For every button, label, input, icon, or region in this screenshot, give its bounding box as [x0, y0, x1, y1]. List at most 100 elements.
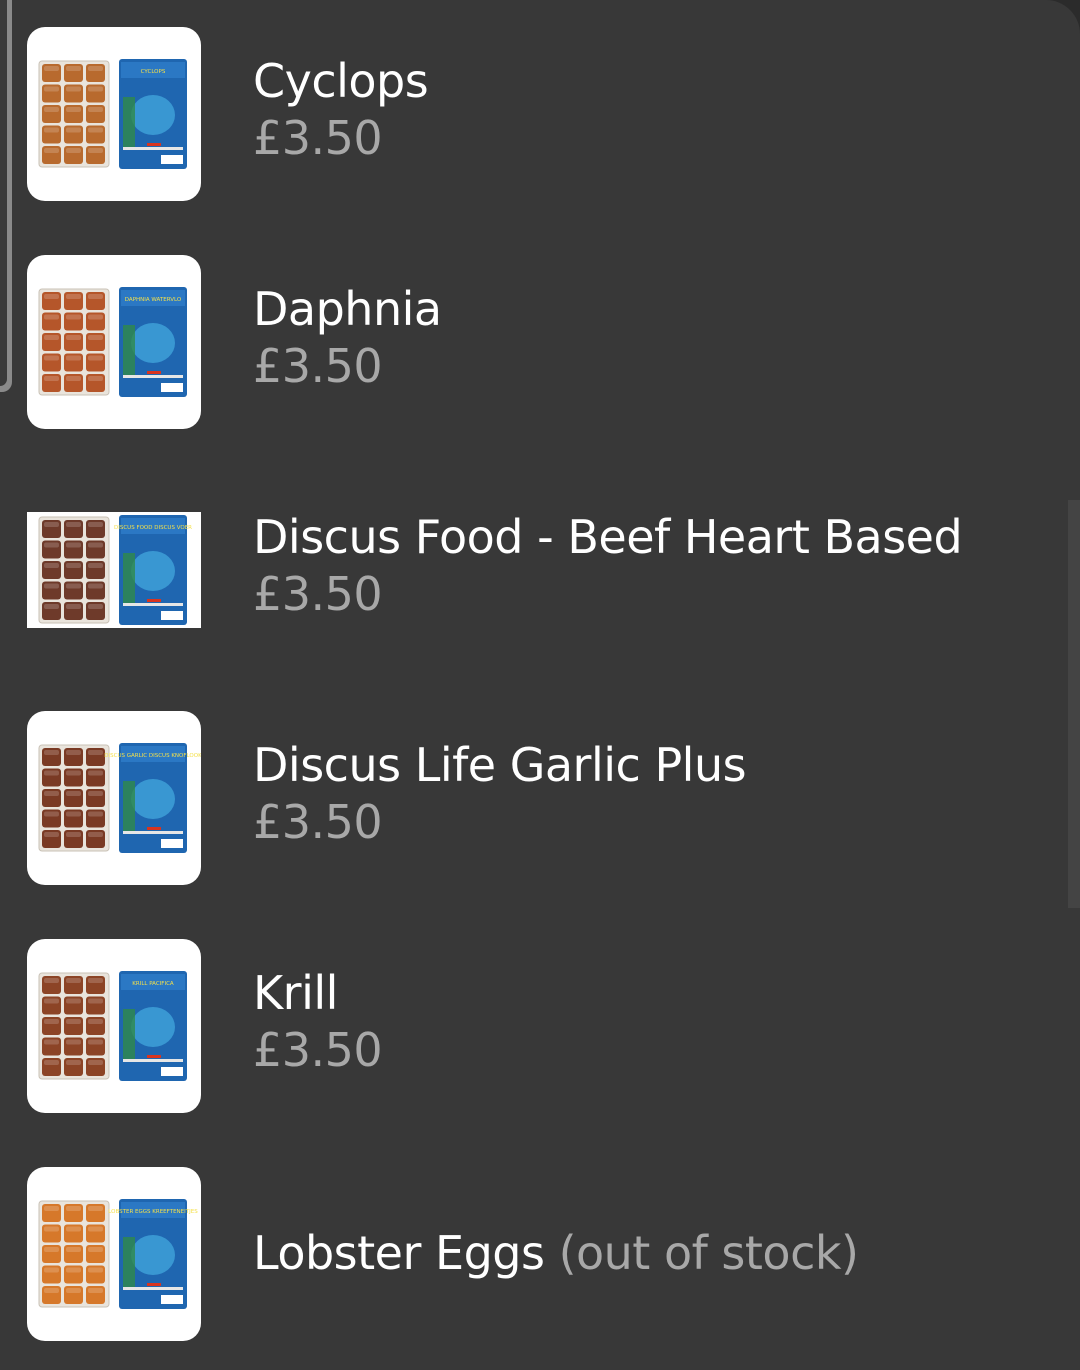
cube-highlight — [66, 750, 81, 755]
package-flag — [147, 599, 161, 602]
cube-highlight — [88, 86, 103, 92]
product-name[interactable]: Discus Food - Beef Heart Based — [253, 509, 1053, 565]
cube-highlight — [66, 563, 81, 568]
cube-highlight — [88, 148, 103, 153]
cube-highlight — [66, 522, 81, 527]
product-name[interactable]: Discus Life Garlic Plus — [253, 737, 1053, 793]
package-plant-art — [123, 1237, 135, 1287]
product-name[interactable]: Cyclops — [253, 53, 1053, 109]
package-stripe — [123, 603, 183, 606]
cube-highlight — [66, 1288, 81, 1293]
product-item-discus-life-garlic-plus[interactable]: DISCUS GARLIC DISCUS KNOFLOOK Discus Lif… — [0, 711, 1060, 885]
cube-highlight — [88, 583, 103, 589]
package-flag — [147, 371, 161, 374]
cube-highlight — [88, 127, 103, 133]
package-label: LOBSTER EGGS KREEFTENEITJES — [108, 1209, 198, 1215]
cube-highlight — [88, 355, 103, 361]
package-label: KRILL PACIFICA — [132, 981, 174, 987]
cube-highlight — [44, 1019, 59, 1024]
product-item-krill[interactable]: KRILL PACIFICA Krill £3.50 — [0, 939, 1060, 1113]
package-label: DISCUS GARLIC DISCUS KNOFLOOK — [104, 753, 201, 759]
cube-highlight — [88, 563, 103, 568]
cube-highlight — [44, 1267, 59, 1273]
package-flag — [147, 1283, 161, 1286]
package-label: DISCUS FOOD DISCUS VOER — [114, 525, 192, 531]
cube-highlight — [44, 998, 59, 1004]
cube-highlight — [66, 832, 81, 837]
package-fish-art — [131, 779, 175, 819]
product-item-lobster-eggs[interactable]: LOBSTER EGGS KREEFTENEITJES Lobster Eggs… — [0, 1167, 1060, 1341]
product-item-discus-food[interactable]: DISCUS FOOD DISCUS VOER Discus Food - Be… — [0, 483, 1060, 657]
cube-highlight — [88, 335, 103, 340]
cube-highlight — [44, 148, 59, 153]
frozen-food-pack-icon: DAPHNIA WATERVLO — [38, 287, 187, 397]
cube-highlight — [66, 542, 81, 548]
cube-highlight — [88, 1039, 103, 1045]
cube-highlight — [66, 294, 81, 299]
cube-highlight — [88, 791, 103, 796]
product-price: £3.50 — [253, 1023, 383, 1077]
cube-highlight — [88, 750, 103, 755]
cube-highlight — [88, 314, 103, 320]
package-plant-art — [123, 781, 135, 831]
cube-highlight — [44, 86, 59, 92]
cube-highlight — [44, 604, 59, 609]
cube-highlight — [44, 127, 59, 133]
cube-highlight — [66, 1226, 81, 1232]
cube-highlight — [88, 1226, 103, 1232]
package-stripe — [123, 375, 183, 378]
frozen-food-pack-icon: DISCUS FOOD DISCUS VOER — [38, 515, 192, 625]
product-price: £3.50 — [253, 339, 383, 393]
cube-highlight — [44, 314, 59, 320]
cube-highlight — [44, 750, 59, 755]
cube-highlight — [66, 978, 81, 983]
product-price: £3.50 — [253, 111, 383, 165]
package-plant-art — [123, 553, 135, 603]
package-fish-art — [131, 551, 175, 591]
product-thumbnail[interactable]: KRILL PACIFICA — [27, 939, 201, 1113]
package-fish-art — [131, 323, 175, 363]
product-thumbnail[interactable]: DISCUS GARLIC DISCUS KNOFLOOK — [27, 711, 201, 885]
cube-highlight — [44, 1288, 59, 1293]
barcode — [161, 839, 183, 848]
frozen-food-pack-icon: DISCUS GARLIC DISCUS KNOFLOOK — [38, 743, 201, 853]
cube-highlight — [66, 583, 81, 589]
cube-highlight — [66, 770, 81, 776]
cube-highlight — [44, 832, 59, 837]
cube-highlight — [88, 376, 103, 381]
cube-highlight — [88, 1206, 103, 1211]
cube-highlight — [88, 1267, 103, 1273]
product-price: £3.50 — [253, 567, 383, 621]
cube-highlight — [66, 1247, 81, 1252]
barcode — [161, 155, 183, 164]
cube-highlight — [88, 66, 103, 71]
cube-highlight — [44, 1247, 59, 1252]
cube-highlight — [44, 376, 59, 381]
product-info: Cyclops £3.50 — [253, 53, 1053, 167]
product-thumbnail[interactable]: LOBSTER EGGS KREEFTENEITJES — [27, 1167, 201, 1341]
product-name[interactable]: Daphnia — [253, 281, 1053, 337]
cube-highlight — [44, 770, 59, 776]
product-name[interactable]: Lobster Eggs (out of stock) — [253, 1225, 1053, 1281]
package-plant-art — [123, 97, 135, 147]
product-thumbnail[interactable]: DAPHNIA WATERVLO — [27, 255, 201, 429]
cube-highlight — [88, 542, 103, 548]
product-thumbnail[interactable]: DISCUS FOOD DISCUS VOER — [27, 512, 201, 628]
out-of-stock-label: (out of stock) — [558, 1226, 859, 1280]
cube-highlight — [66, 811, 81, 817]
product-name[interactable]: Krill — [253, 965, 1053, 1021]
cube-highlight — [44, 522, 59, 527]
product-item-daphnia[interactable]: DAPHNIA WATERVLO Daphnia £3.50 — [0, 255, 1060, 429]
cube-highlight — [66, 148, 81, 153]
cube-highlight — [66, 376, 81, 381]
cube-highlight — [88, 770, 103, 776]
product-info: Discus Life Garlic Plus £3.50 — [253, 737, 1053, 851]
product-item-cyclops[interactable]: CYCLOPS Cyclops £3.50 — [0, 27, 1060, 201]
cube-highlight — [66, 107, 81, 112]
cube-highlight — [44, 1226, 59, 1232]
cube-highlight — [88, 1247, 103, 1252]
cube-highlight — [88, 978, 103, 983]
cube-highlight — [88, 1060, 103, 1065]
product-thumbnail[interactable]: CYCLOPS — [27, 27, 201, 201]
cube-highlight — [88, 1019, 103, 1024]
